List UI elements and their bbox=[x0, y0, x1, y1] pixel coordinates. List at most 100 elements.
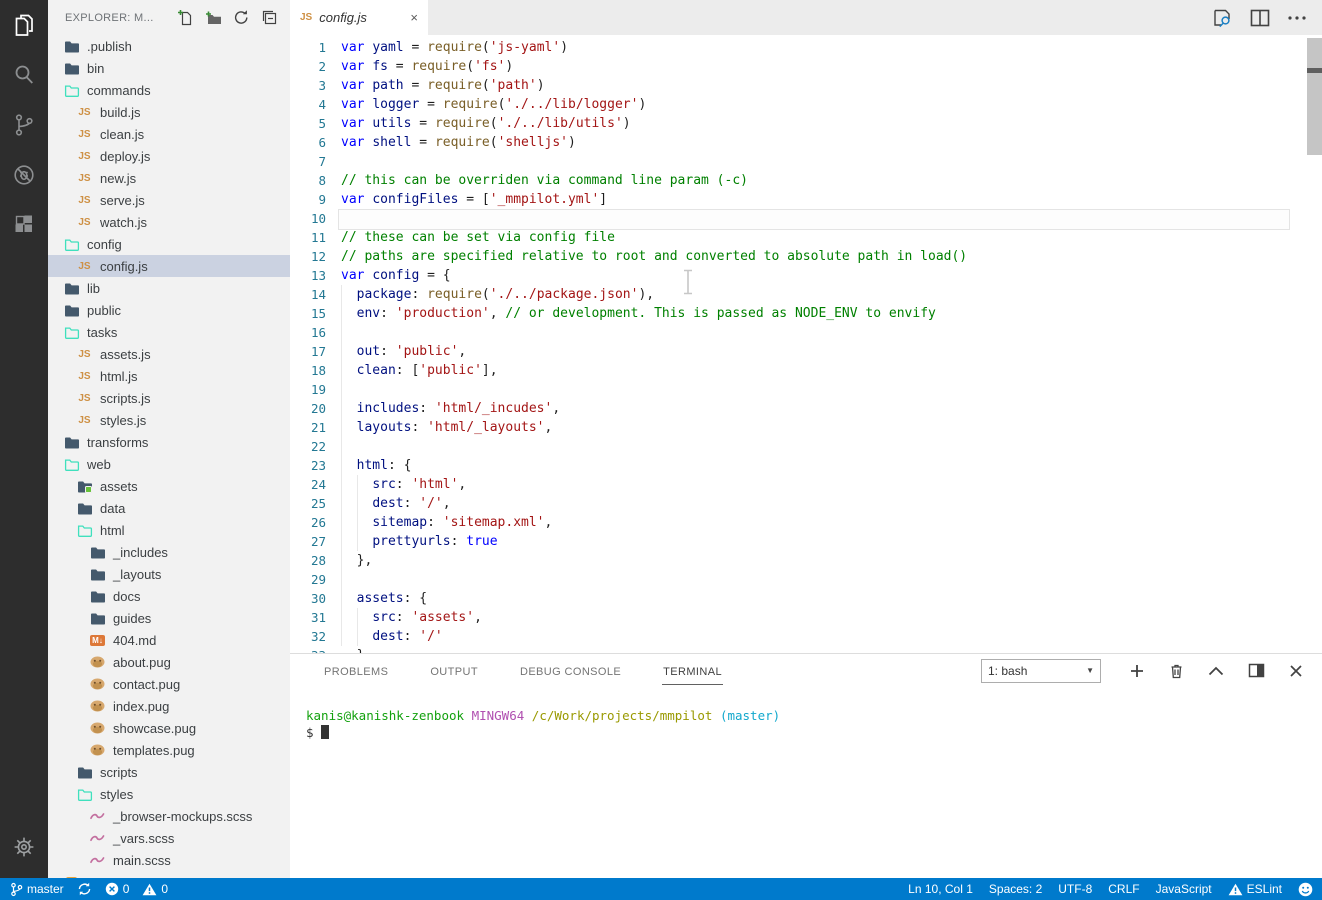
tree-item-partial[interactable] bbox=[48, 871, 290, 878]
more-actions-icon bbox=[1287, 15, 1307, 21]
tree-item-html.js[interactable]: JS html.js bbox=[48, 365, 290, 387]
tree-item-_vars.scss[interactable]: _vars.scss bbox=[48, 827, 290, 849]
code-line-28: 28 }, bbox=[290, 551, 1322, 570]
status-indentation[interactable]: Spaces: 2 bbox=[989, 882, 1042, 896]
code-editor[interactable]: 1 var yaml = require('js-yaml') 2 var fs = … bbox=[290, 35, 1322, 653]
tree-item-deploy.js[interactable]: JS deploy.js bbox=[48, 145, 290, 167]
tree-item-assets.js[interactable]: JS assets.js bbox=[48, 343, 290, 365]
activity-bar-item-explorer[interactable] bbox=[0, 0, 48, 50]
panel-tab-debug-console[interactable]: DEBUG CONSOLE bbox=[519, 657, 622, 685]
status-language-mode[interactable]: JavaScript bbox=[1156, 882, 1212, 896]
tree-item-_includes[interactable]: _includes bbox=[48, 541, 290, 563]
tree-item-label: styles.js bbox=[100, 412, 147, 428]
tree-item-tasks[interactable]: tasks bbox=[48, 321, 290, 343]
tree-item-templates.pug[interactable]: templates.pug bbox=[48, 739, 290, 761]
tree-item-build.js[interactable]: JS build.js bbox=[48, 101, 290, 123]
tree-item-transforms[interactable]: transforms bbox=[48, 431, 290, 453]
tree-item-config.js[interactable]: JS config.js bbox=[48, 255, 290, 277]
tree-item-data[interactable]: data bbox=[48, 497, 290, 519]
tree-item-about.pug[interactable]: about.pug bbox=[48, 651, 290, 673]
open-preview-search-icon bbox=[1211, 8, 1233, 28]
split-panel-button[interactable] bbox=[1248, 663, 1265, 678]
line-number: 11 bbox=[310, 230, 326, 245]
status-warnings[interactable]: 0 bbox=[142, 882, 168, 896]
terminal[interactable]: kanis@kanishk-zenbook MINGW64 /c/Work/pr… bbox=[290, 687, 1322, 741]
tree-item-public[interactable]: public bbox=[48, 299, 290, 321]
status-eol[interactable]: CRLF bbox=[1108, 882, 1139, 896]
status-sync[interactable] bbox=[77, 882, 92, 896]
new-folder-button[interactable] bbox=[204, 9, 222, 27]
line-number: 14 bbox=[310, 287, 326, 302]
activity-bar-item-settings-gear[interactable] bbox=[0, 822, 48, 872]
new-file-button[interactable] bbox=[176, 9, 194, 27]
tree-item-404.md[interactable]: M↓ 404.md bbox=[48, 629, 290, 651]
split-editor-button[interactable] bbox=[1250, 9, 1270, 27]
open-preview-search-button[interactable] bbox=[1211, 8, 1233, 28]
status-eslint[interactable]: ESLint bbox=[1228, 882, 1282, 896]
status-feedback[interactable] bbox=[1298, 882, 1313, 897]
status-git-branch[interactable]: master bbox=[10, 882, 64, 897]
status-encoding[interactable]: UTF-8 bbox=[1058, 882, 1092, 896]
sync-icon bbox=[77, 882, 92, 896]
tab-label: config.js bbox=[319, 10, 367, 25]
kill-terminal-button[interactable] bbox=[1169, 663, 1184, 679]
tree-item-main.scss[interactable]: main.scss bbox=[48, 849, 290, 871]
tree-item-label: _vars.scss bbox=[113, 830, 175, 846]
more-actions-button[interactable] bbox=[1287, 15, 1307, 21]
maximize-panel-button[interactable] bbox=[1208, 666, 1224, 676]
line-number: 4 bbox=[318, 97, 326, 112]
refresh-button[interactable] bbox=[232, 9, 250, 27]
tab-close-icon[interactable]: × bbox=[410, 10, 418, 25]
tree-item-watch.js[interactable]: JS watch.js bbox=[48, 211, 290, 233]
tree-item-label: public bbox=[87, 302, 121, 318]
line-number: 10 bbox=[310, 211, 326, 226]
activity-bar-item-source-control[interactable] bbox=[0, 100, 48, 150]
status-cursor-position[interactable]: Ln 10, Col 1 bbox=[908, 882, 973, 896]
tree-item-styles[interactable]: styles bbox=[48, 783, 290, 805]
tree-item-.publish[interactable]: .publish bbox=[48, 35, 290, 57]
tree-item-label: _includes bbox=[113, 544, 168, 560]
tree-item-showcase.pug[interactable]: showcase.pug bbox=[48, 717, 290, 739]
tree-item-contact.pug[interactable]: contact.pug bbox=[48, 673, 290, 695]
new-folder-icon bbox=[204, 9, 222, 27]
tree-item-docs[interactable]: docs bbox=[48, 585, 290, 607]
tree-item-web[interactable]: web bbox=[48, 453, 290, 475]
tree-item-clean.js[interactable]: JS clean.js bbox=[48, 123, 290, 145]
scrollbar-position-marker bbox=[1307, 68, 1322, 73]
tree-item-scripts[interactable]: scripts bbox=[48, 761, 290, 783]
editor-group: JS config.js × 1 var yaml = require('js-y… bbox=[290, 0, 1322, 878]
tree-item-guides[interactable]: guides bbox=[48, 607, 290, 629]
editor-scrollbar[interactable] bbox=[1307, 38, 1322, 155]
sass-icon bbox=[89, 811, 106, 821]
tree-item-assets[interactable]: assets bbox=[48, 475, 290, 497]
activity-bar-item-debug[interactable] bbox=[0, 150, 48, 200]
line-number: 7 bbox=[318, 154, 326, 169]
folder-assets-icon bbox=[77, 480, 93, 493]
activity-bar-item-extensions[interactable] bbox=[0, 200, 48, 250]
tree-item-html[interactable]: html bbox=[48, 519, 290, 541]
tree-item-config[interactable]: config bbox=[48, 233, 290, 255]
panel-tab-problems[interactable]: PROBLEMS bbox=[323, 657, 389, 685]
tab-config-js[interactable]: JS config.js × bbox=[290, 0, 428, 35]
code-line-14: 14 package: require('./../package.json')… bbox=[290, 285, 1322, 304]
status-errors[interactable]: 0 bbox=[105, 882, 129, 896]
tree-item-commands[interactable]: commands bbox=[48, 79, 290, 101]
tree-item-serve.js[interactable]: JS serve.js bbox=[48, 189, 290, 211]
tree-item-index.pug[interactable]: index.pug bbox=[48, 695, 290, 717]
close-panel-button[interactable] bbox=[1289, 664, 1303, 678]
tree-item-styles.js[interactable]: JS styles.js bbox=[48, 409, 290, 431]
code-line-27: 27 prettyurls: true bbox=[290, 532, 1322, 551]
tree-item-new.js[interactable]: JS new.js bbox=[48, 167, 290, 189]
tree-item-lib[interactable]: lib bbox=[48, 277, 290, 299]
tree-item-scripts.js[interactable]: JS scripts.js bbox=[48, 387, 290, 409]
js-file-icon: JS bbox=[300, 12, 313, 23]
panel-tab-output[interactable]: OUTPUT bbox=[429, 657, 479, 685]
panel-tab-terminal[interactable]: TERMINAL bbox=[662, 657, 723, 685]
tree-item-bin[interactable]: bin bbox=[48, 57, 290, 79]
new-terminal-button[interactable] bbox=[1129, 663, 1145, 679]
terminal-select[interactable]: 1: bash ▼ bbox=[981, 658, 1101, 683]
collapse-all-button[interactable] bbox=[260, 9, 278, 27]
tree-item-_browser-mockups.scss[interactable]: _browser-mockups.scss bbox=[48, 805, 290, 827]
tree-item-_layouts[interactable]: _layouts bbox=[48, 563, 290, 585]
activity-bar-item-search[interactable] bbox=[0, 50, 48, 100]
